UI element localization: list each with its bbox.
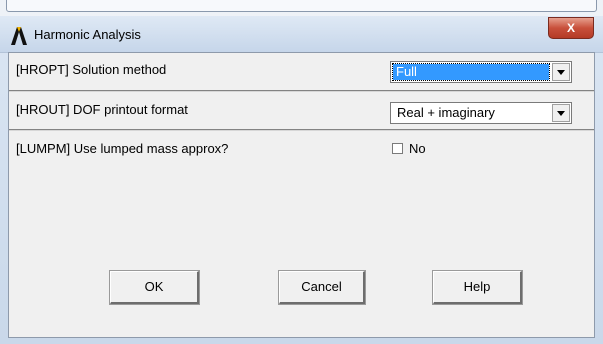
solution-method-select[interactable]: Full <box>390 61 572 83</box>
help-button[interactable]: Help <box>432 270 523 305</box>
dialog-title: Harmonic Analysis <box>34 27 141 42</box>
background-window-field <box>6 0 597 12</box>
lumped-mass-checkbox[interactable] <box>392 143 403 154</box>
ansys-logo-icon <box>11 27 27 45</box>
close-button[interactable]: X <box>548 17 594 39</box>
cancel-button[interactable]: Cancel <box>278 270 366 305</box>
lumped-mass-label: [LUMPM] Use lumped mass approx? <box>16 141 229 156</box>
ok-button[interactable]: OK <box>109 270 200 305</box>
lumped-mass-checkbox-label: No <box>409 141 426 156</box>
dialog-body: [HROPT] Solution method Full [HROUT] DOF… <box>8 52 595 338</box>
chevron-down-icon[interactable] <box>552 104 570 122</box>
title-bar[interactable]: Harmonic Analysis X <box>0 16 603 53</box>
solution-method-row: [HROPT] Solution method Full <box>9 53 594 92</box>
dof-printout-row: [HROUT] DOF printout format Real + imagi… <box>9 92 594 131</box>
dof-printout-value: Real + imaginary <box>397 105 495 120</box>
dof-printout-label: [HROUT] DOF printout format <box>16 102 188 117</box>
solution-method-value: Full <box>392 63 550 81</box>
solution-method-label: [HROPT] Solution method <box>16 62 167 77</box>
dof-printout-select[interactable]: Real + imaginary <box>390 102 572 124</box>
harmonic-analysis-dialog: Harmonic Analysis X [HROPT] Solution met… <box>0 16 603 344</box>
close-icon: X <box>566 21 575 35</box>
chevron-down-icon[interactable] <box>552 63 570 81</box>
